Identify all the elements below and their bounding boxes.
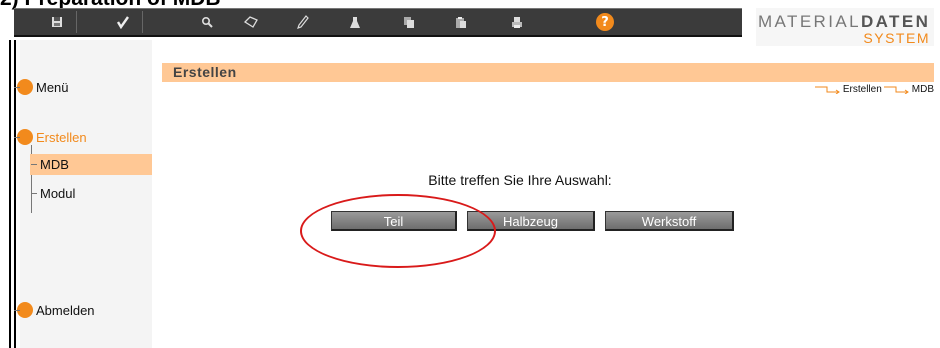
breadcrumb-arrow-icon [883, 86, 909, 94]
logo-title-bold: DATEN [860, 12, 931, 31]
print-icon[interactable] [492, 9, 542, 35]
teil-button[interactable]: Teil [331, 211, 457, 231]
copy-icon[interactable] [384, 9, 434, 35]
breadcrumb-arrow-icon [814, 86, 840, 94]
breadcrumb-item-mdb[interactable]: MDB [912, 84, 934, 95]
logo-subtitle: SYSTEM [863, 30, 930, 46]
logo-title-normal: MATERIAL [758, 12, 861, 31]
help-icon[interactable]: ? [596, 13, 614, 31]
frame-border [9, 40, 11, 348]
save-icon[interactable] [32, 9, 82, 35]
flask-icon[interactable] [330, 9, 380, 35]
pencil-icon[interactable] [278, 9, 328, 35]
breadcrumb: Erstellen MDB [814, 84, 934, 95]
sidebar-item-create[interactable]: Erstellen [36, 130, 87, 145]
paste-icon[interactable] [436, 9, 486, 35]
sidebar-subitem-modul[interactable]: Modul [40, 186, 75, 201]
section-header: Erstellen [162, 63, 934, 82]
sidebar-subitem-mdb[interactable]: MDB [40, 157, 69, 172]
halbzeug-button[interactable]: Halbzeug [467, 211, 595, 231]
sidebar-item-menu[interactable]: Menü [36, 80, 69, 95]
section-title: Erstellen [173, 64, 237, 80]
sidebar-item-logout[interactable]: Abmelden [36, 303, 95, 318]
logo-title: MATERIALDATEN [758, 12, 930, 32]
search-icon[interactable] [182, 9, 232, 35]
check-icon[interactable] [98, 9, 148, 35]
help-button[interactable]: ? [580, 9, 630, 35]
werkstoff-button[interactable]: Werkstoff [605, 211, 734, 231]
tag-icon[interactable] [226, 9, 276, 35]
selection-prompt: Bitte treffen Sie Ihre Auswahl: [428, 172, 612, 188]
logo: MATERIALDATEN SYSTEM [756, 8, 934, 46]
toolbar: ? [14, 8, 742, 37]
breadcrumb-item-create[interactable]: Erstellen [843, 84, 882, 95]
